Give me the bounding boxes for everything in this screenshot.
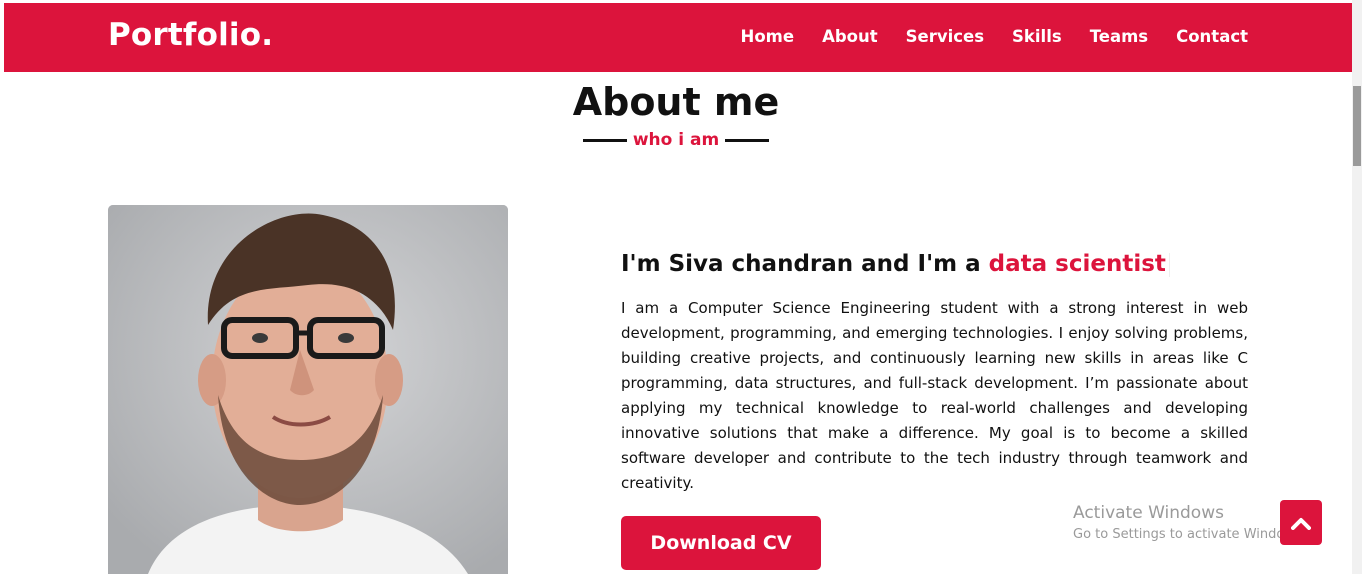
- about-heading-prefix: I'm Siva chandran and I'm a: [621, 251, 981, 277]
- nav-link-home[interactable]: Home: [741, 27, 795, 46]
- nav-link-skills[interactable]: Skills: [1012, 27, 1062, 46]
- nav-item-about: About: [822, 27, 878, 46]
- nav-item-teams: Teams: [1090, 27, 1148, 46]
- logo[interactable]: Portfolio.: [108, 17, 273, 53]
- nav-menu: Home About Services Skills Teams Contact: [741, 27, 1248, 46]
- nav-link-services[interactable]: Services: [906, 27, 984, 46]
- nav-item-home: Home: [741, 27, 795, 46]
- chevron-up-icon: [1291, 517, 1311, 530]
- about-heading-role: data scientist: [988, 251, 1166, 277]
- navbar: Portfolio. Home About Services Skills Te…: [4, 3, 1352, 72]
- watermark-line-1: Activate Windows: [1073, 503, 1224, 523]
- subtitle-line-left: [582, 138, 627, 142]
- profile-photo-illustration: [108, 205, 508, 574]
- watermark-line-2: Go to Settings to activate Windows.: [1073, 527, 1306, 542]
- download-cv-button[interactable]: Download CV: [621, 516, 821, 570]
- section-subtitle: who i am: [0, 130, 1352, 150]
- typing-caret: [1168, 252, 1170, 277]
- page-scrollbar[interactable]: [1352, 0, 1362, 574]
- scrollbar-thumb[interactable]: [1353, 86, 1361, 166]
- nav-item-contact: Contact: [1176, 27, 1248, 46]
- nav-item-services: Services: [906, 27, 984, 46]
- nav-link-contact[interactable]: Contact: [1176, 27, 1248, 46]
- nav-link-about[interactable]: About: [822, 27, 878, 46]
- scroll-to-top-button[interactable]: [1280, 500, 1322, 545]
- section-title: About me: [572, 80, 780, 124]
- nav-link-teams[interactable]: Teams: [1090, 27, 1148, 46]
- nav-item-skills: Skills: [1012, 27, 1062, 46]
- about-paragraph: I am a Computer Science Engineering stud…: [621, 299, 1248, 492]
- profile-photo: [108, 205, 508, 574]
- subtitle-text: who i am: [632, 130, 720, 150]
- subtitle-line-right: [725, 138, 770, 142]
- windows-activation-watermark: Activate Windows Go to Settings to activ…: [1073, 503, 1306, 542]
- about-heading: I'm Siva chandran and I'm a data scienti…: [621, 251, 1261, 277]
